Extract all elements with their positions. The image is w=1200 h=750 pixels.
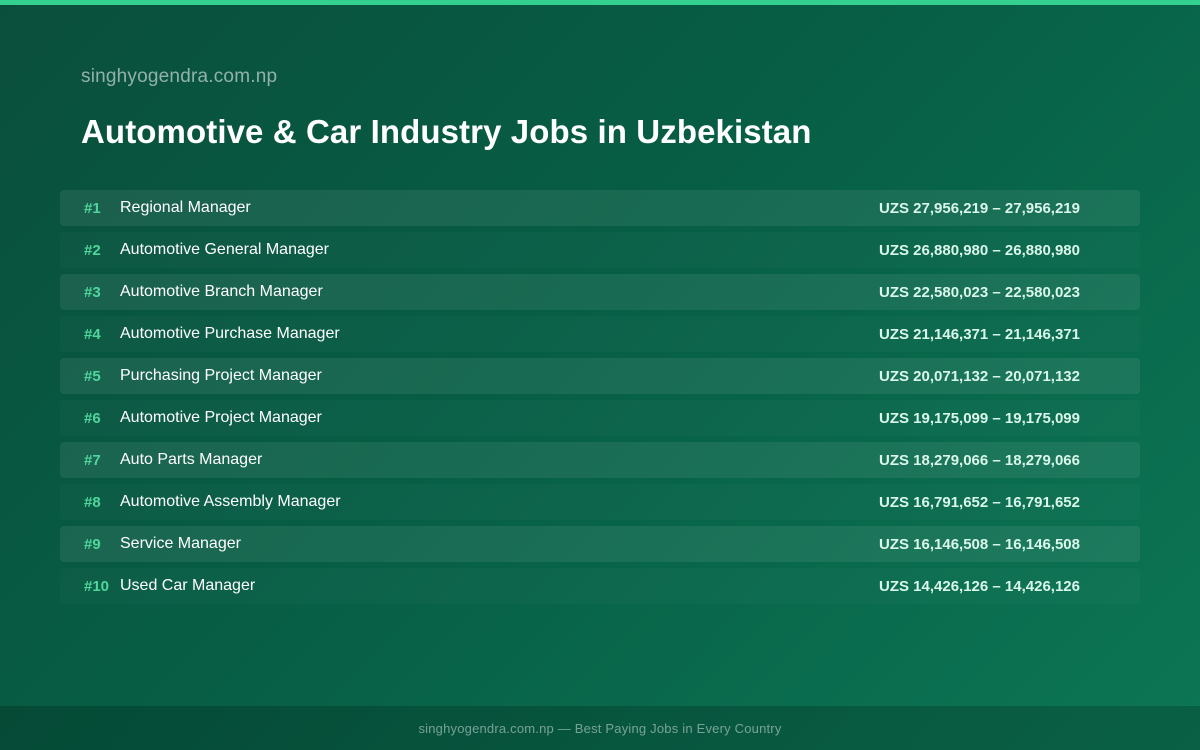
- job-row: #2 Automotive General Manager UZS 26,880…: [60, 232, 1140, 268]
- job-salary: UZS 18,279,066 – 18,279,066: [879, 451, 1080, 469]
- job-row: #9 Service Manager UZS 16,146,508 – 16,1…: [60, 526, 1140, 562]
- job-salary: UZS 27,956,219 – 27,956,219: [879, 199, 1080, 217]
- job-salary: UZS 20,071,132 – 20,071,132: [879, 367, 1080, 385]
- job-row: #8 Automotive Assembly Manager UZS 16,79…: [60, 484, 1140, 520]
- job-title: Automotive Assembly Manager: [120, 493, 341, 510]
- job-rank: #6: [84, 409, 101, 427]
- job-row: #6 Automotive Project Manager UZS 19,175…: [60, 400, 1140, 436]
- job-title: Automotive Project Manager: [120, 409, 322, 426]
- job-salary: UZS 16,146,508 – 16,146,508: [879, 535, 1080, 553]
- job-title: Automotive Branch Manager: [120, 283, 323, 300]
- job-list: #1 Regional Manager UZS 27,956,219 – 27,…: [60, 190, 1140, 610]
- job-rank: #3: [84, 283, 101, 301]
- job-rank: #5: [84, 367, 101, 385]
- job-title: Regional Manager: [120, 199, 251, 216]
- top-accent-bar: [0, 0, 1200, 5]
- page-title: Automotive & Car Industry Jobs in Uzbeki…: [81, 113, 812, 150]
- footer-text: singhyogendra.com.np — Best Paying Jobs …: [418, 720, 782, 736]
- job-rank: #7: [84, 451, 101, 469]
- job-rank: #9: [84, 535, 101, 553]
- job-salary: UZS 22,580,023 – 22,580,023: [879, 283, 1080, 301]
- job-row: #10 Used Car Manager UZS 14,426,126 – 14…: [60, 568, 1140, 604]
- job-title: Used Car Manager: [120, 577, 256, 594]
- job-row: #4 Automotive Purchase Manager UZS 21,14…: [60, 316, 1140, 352]
- job-rank: #8: [84, 493, 101, 511]
- job-row: #3 Automotive Branch Manager UZS 22,580,…: [60, 274, 1140, 310]
- site-name: singhyogendra.com.np: [81, 66, 278, 87]
- job-title: Automotive Purchase Manager: [120, 325, 340, 342]
- job-salary: UZS 21,146,371 – 21,146,371: [879, 325, 1080, 343]
- job-salary: UZS 14,426,126 – 14,426,126: [879, 577, 1080, 595]
- job-rank: #1: [84, 199, 101, 217]
- job-title: Service Manager: [120, 535, 241, 552]
- job-title: Automotive General Manager: [120, 241, 329, 258]
- job-rank: #10: [84, 577, 110, 595]
- job-rank: #4: [84, 325, 101, 343]
- footer: singhyogendra.com.np — Best Paying Jobs …: [0, 706, 1200, 750]
- job-row: #1 Regional Manager UZS 27,956,219 – 27,…: [60, 190, 1140, 226]
- job-salary: UZS 26,880,980 – 26,880,980: [879, 241, 1080, 259]
- job-title: Auto Parts Manager: [120, 451, 263, 468]
- job-salary: UZS 19,175,099 – 19,175,099: [879, 409, 1080, 427]
- job-row: #5 Purchasing Project Manager UZS 20,071…: [60, 358, 1140, 394]
- job-salary: UZS 16,791,652 – 16,791,652: [879, 493, 1080, 511]
- job-rank: #2: [84, 241, 101, 259]
- job-title: Purchasing Project Manager: [120, 367, 322, 384]
- job-row: #7 Auto Parts Manager UZS 18,279,066 – 1…: [60, 442, 1140, 478]
